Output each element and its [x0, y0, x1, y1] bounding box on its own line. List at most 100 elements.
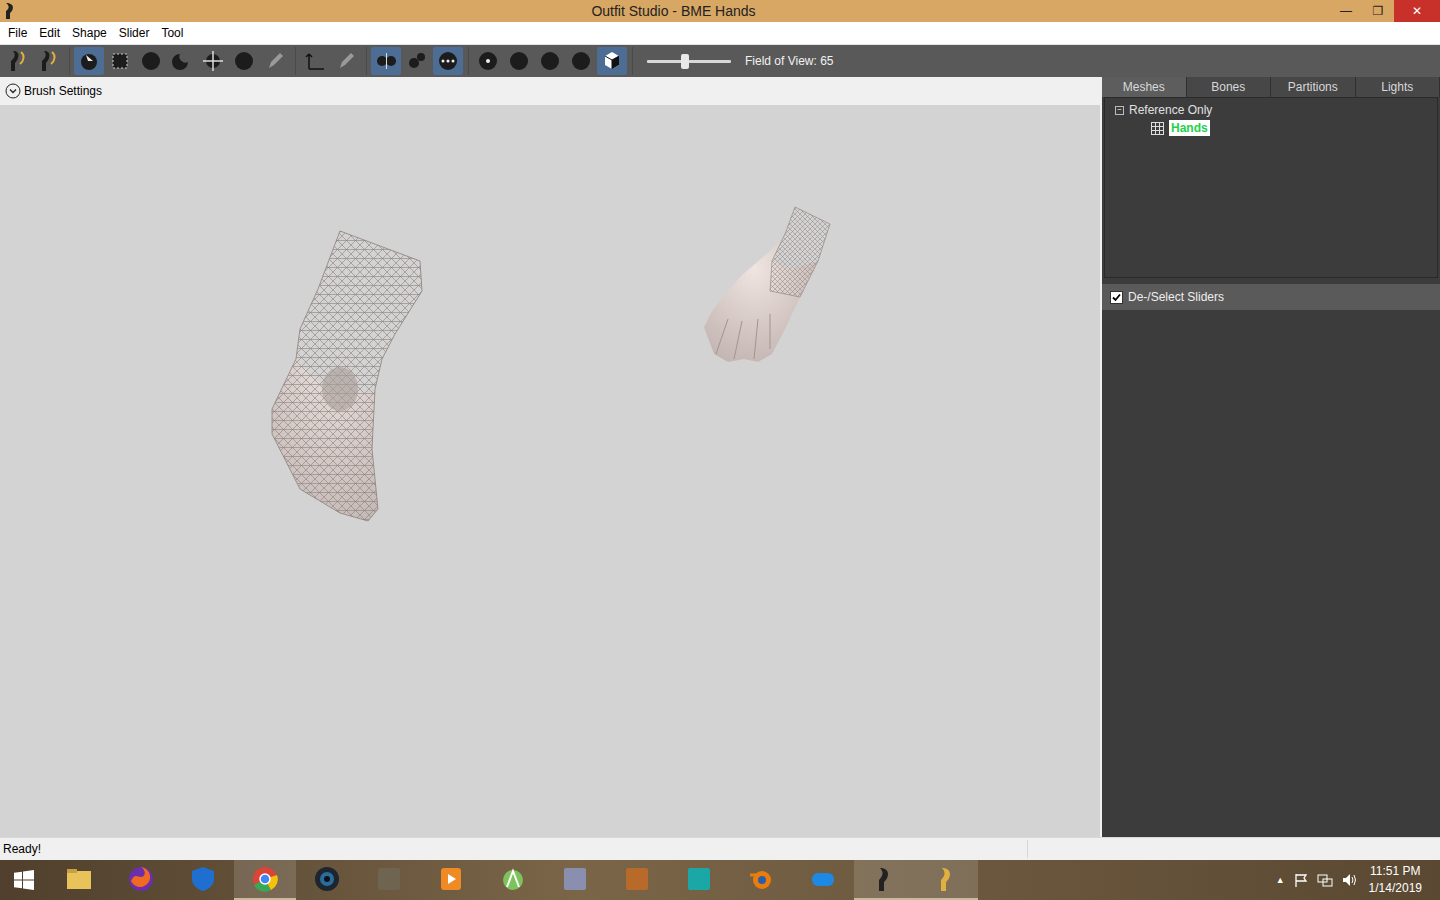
- pen-icon: [264, 49, 286, 73]
- tool-button[interactable]: [229, 47, 259, 75]
- tool-button[interactable]: [167, 47, 197, 75]
- menu-item[interactable]: Edit: [33, 26, 66, 40]
- dots-icon: [406, 49, 428, 73]
- taskbar-app[interactable]: [606, 860, 668, 900]
- clock[interactable]: 11:51 PM1/14/2019: [1365, 863, 1426, 897]
- brush-settings-toggle[interactable]: Brush Settings: [0, 77, 1100, 105]
- taskbar-app[interactable]: [358, 860, 420, 900]
- window-controls: —❐✕: [1330, 0, 1440, 22]
- tool-button[interactable]: [3, 47, 33, 75]
- volume-icon[interactable]: [1341, 872, 1357, 888]
- tool-button[interactable]: [300, 47, 330, 75]
- window-control-button[interactable]: —: [1330, 0, 1362, 22]
- logo-icon: [38, 49, 60, 73]
- brush-settings-label: Brush Settings: [24, 84, 102, 98]
- window-control-button[interactable]: ✕: [1394, 0, 1440, 22]
- tray-expand[interactable]: ▲: [1276, 875, 1285, 885]
- logo-icon: [933, 865, 961, 893]
- tool-group: [371, 47, 469, 75]
- mesh-canvas[interactable]: [0, 105, 1100, 837]
- tool-button[interactable]: [433, 47, 463, 75]
- tree-item[interactable]: Hands: [1105, 119, 1437, 137]
- dots3-icon: [437, 49, 459, 73]
- tab[interactable]: Bones: [1187, 77, 1272, 97]
- outfit-studio-window: Outfit Studio - BME Hands—❐✕FileEditShap…: [0, 0, 1440, 900]
- slider-header: De-/Select Sliders: [1102, 284, 1440, 310]
- blender-icon: [747, 865, 775, 893]
- taskbar-app[interactable]: [544, 860, 606, 900]
- fov-slider-thumb[interactable]: [681, 54, 689, 69]
- mesh-grid-icon: [1151, 122, 1164, 135]
- tool-button[interactable]: [473, 47, 503, 75]
- tool-button[interactable]: [198, 47, 228, 75]
- tool-button[interactable]: [34, 47, 64, 75]
- taskbar-app[interactable]: [172, 860, 234, 900]
- taskbar-app[interactable]: [296, 860, 358, 900]
- chevron-icon: [5, 83, 21, 99]
- ball-icon: [508, 49, 530, 73]
- app-logo-icon: [3, 2, 17, 20]
- taskbar-app[interactable]: [730, 860, 792, 900]
- tool-button[interactable]: [504, 47, 534, 75]
- hand-mesh[interactable]: [272, 231, 422, 521]
- tool-button[interactable]: [331, 47, 361, 75]
- windows-icon: [14, 870, 34, 890]
- taskbar-app[interactable]: [916, 860, 978, 900]
- taskbar-app[interactable]: [854, 860, 916, 900]
- tool-button[interactable]: [74, 47, 104, 75]
- tab[interactable]: Meshes: [1102, 77, 1187, 97]
- menu-item[interactable]: Tool: [155, 26, 189, 40]
- taskbar-app[interactable]: [482, 860, 544, 900]
- tool-button[interactable]: [136, 47, 166, 75]
- network-icon[interactable]: [1317, 872, 1333, 888]
- window-control-button[interactable]: ❐: [1362, 0, 1394, 22]
- ball-icon: [140, 49, 162, 73]
- tool-group: [3, 47, 70, 75]
- taskbar-app[interactable]: [792, 860, 854, 900]
- link-icon: [809, 865, 837, 893]
- logo-icon: [7, 49, 29, 73]
- tool-button[interactable]: [402, 47, 432, 75]
- android-icon: [499, 865, 527, 893]
- tool-button[interactable]: [535, 47, 565, 75]
- mirror-icon: [375, 49, 397, 73]
- mesh-tree: −Reference OnlyHands: [1104, 97, 1438, 278]
- viewport-column: Brush Settings: [0, 77, 1100, 837]
- tool-button[interactable]: [105, 47, 135, 75]
- menu-item[interactable]: Slider: [113, 26, 156, 40]
- menu-item[interactable]: File: [2, 26, 33, 40]
- pen-icon: [335, 49, 357, 73]
- menu-bar: FileEditShapeSliderTool: [0, 22, 1440, 45]
- select-sliders-checkbox[interactable]: [1110, 291, 1123, 304]
- tree-toggle[interactable]: −: [1115, 106, 1124, 115]
- tool-group: [473, 47, 633, 75]
- small-icon: [477, 49, 499, 73]
- taskbar-app[interactable]: [668, 860, 730, 900]
- tool-button[interactable]: [260, 47, 290, 75]
- max-icon: [685, 865, 713, 893]
- move-icon: [202, 49, 224, 73]
- box-icon: [561, 865, 589, 893]
- flag-icon[interactable]: [1293, 872, 1309, 888]
- main-area: Brush Settings MeshesBonesPartitionsLight…: [0, 77, 1440, 837]
- tool-button[interactable]: [597, 47, 627, 75]
- taskbar-app[interactable]: [48, 860, 110, 900]
- menu-item[interactable]: Shape: [66, 26, 113, 40]
- tab[interactable]: Partitions: [1271, 77, 1356, 97]
- tool-button[interactable]: [566, 47, 596, 75]
- check-icon: [1112, 293, 1121, 302]
- fov-slider[interactable]: [647, 60, 731, 63]
- taskbar-app[interactable]: [234, 860, 296, 900]
- taskbar-app[interactable]: [420, 860, 482, 900]
- toolbar: Field of View: 65: [0, 45, 1440, 77]
- hand-mesh[interactable]: [704, 207, 830, 362]
- tool-button[interactable]: [371, 47, 401, 75]
- tree-group[interactable]: −Reference Only: [1105, 101, 1437, 119]
- 3d-viewport[interactable]: [0, 105, 1100, 837]
- tab[interactable]: Lights: [1356, 77, 1440, 97]
- tab-bar: MeshesBonesPartitionsLights: [1102, 77, 1440, 97]
- start-button[interactable]: [0, 860, 48, 900]
- taskbar-app[interactable]: [110, 860, 172, 900]
- anvil-icon: [623, 865, 651, 893]
- title-bar: Outfit Studio - BME Hands—❐✕: [0, 0, 1440, 22]
